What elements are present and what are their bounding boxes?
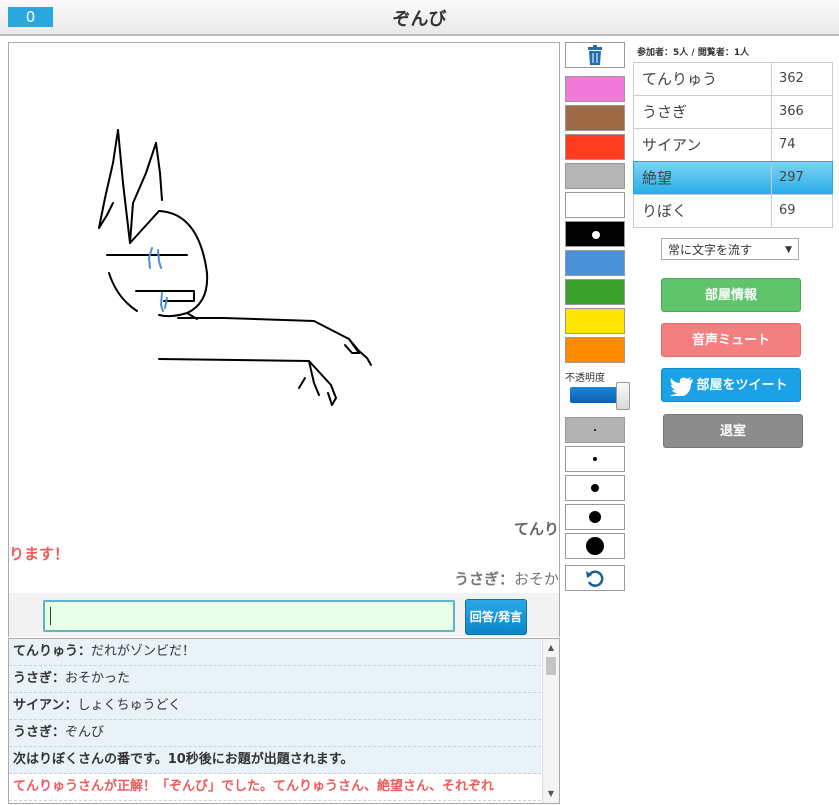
player-name: 絶望	[642, 169, 673, 187]
top-bar: 0 ぞんび	[0, 0, 839, 36]
brush-size-dot	[594, 429, 596, 431]
player-name: うさぎ	[642, 103, 688, 121]
color-swatch[interactable]	[565, 105, 625, 131]
floating-message: うさぎ：おそか	[454, 568, 559, 589]
opacity-slider[interactable]	[570, 387, 620, 403]
chat-log-row: てんりゅう：だれがゾンビだ！	[9, 639, 541, 666]
tweet-room-button[interactable]: 部屋をツイート	[661, 368, 801, 402]
column-divider	[771, 195, 772, 227]
color-swatch[interactable]	[565, 76, 625, 102]
scroll-down-icon[interactable]: ▼	[543, 787, 559, 801]
floating-message-text: おそか	[513, 570, 559, 588]
floating-message-name: うさぎ：	[453, 570, 514, 588]
player-name: サイアン	[642, 136, 702, 154]
color-swatch[interactable]	[565, 337, 625, 363]
color-swatch[interactable]	[565, 192, 625, 218]
floating-message: ります！	[9, 545, 70, 563]
brush-size-button[interactable]	[565, 446, 625, 472]
color-swatch[interactable]	[565, 308, 625, 334]
chat-log-scrollbar[interactable]: ▲ ▼	[542, 639, 559, 803]
mute-button[interactable]: 音声ミュート	[661, 323, 801, 357]
tweet-room-label: 部屋をツイート	[696, 378, 788, 393]
brush-size-dot	[593, 457, 597, 461]
chat-message: しょくちゅうどく	[77, 698, 182, 713]
chat-author: てんりゅう：	[13, 644, 92, 659]
room-info-button[interactable]: 部屋情報	[661, 278, 801, 312]
send-button[interactable]: 回答/発言	[465, 599, 527, 635]
scroll-thumb[interactable]	[546, 657, 556, 675]
brush-size-dot	[589, 511, 601, 523]
text-mode-select[interactable]: 常に文字を流す ▼	[661, 238, 799, 260]
drawing-strokes	[98, 129, 372, 406]
column-divider	[771, 129, 772, 161]
player-name: てんりゅう	[642, 70, 718, 88]
chat-message: ぞんび	[65, 725, 105, 740]
column-divider	[771, 63, 772, 95]
twitter-bird-icon	[670, 377, 693, 396]
color-swatch[interactable]	[565, 163, 625, 189]
brush-size-button[interactable]	[565, 504, 625, 530]
chat-input-area: 回答/発言	[8, 593, 560, 637]
player-score: 69	[779, 203, 796, 218]
selected-color-indicator	[592, 231, 600, 239]
chat-author: うさぎ：	[13, 671, 66, 686]
color-swatch[interactable]	[565, 221, 625, 247]
brush-size-dot	[586, 537, 604, 555]
player-score: 366	[779, 104, 804, 119]
opacity-label: 不透明度	[565, 373, 605, 384]
participant-count: 参加者：5人 / 閲覧者：1人	[637, 48, 750, 58]
color-swatch[interactable]	[565, 250, 625, 276]
text-caret	[50, 607, 51, 625]
exit-room-button[interactable]: 退室	[663, 414, 803, 448]
player-row: サイアン 74	[633, 128, 833, 162]
brush-size-button[interactable]	[565, 417, 625, 443]
correct-answer-message: てんりゅうさんが正解！「ぞんび」でした。てんりゅうさん、絶望さん、それぞれ	[9, 774, 541, 801]
chat-author: サイアン：	[13, 698, 78, 713]
brush-size-dot	[591, 484, 599, 492]
column-divider	[771, 96, 772, 128]
color-swatch[interactable]	[565, 134, 625, 160]
player-row: 絶望 297	[633, 161, 833, 195]
chat-message: おそかった	[65, 671, 131, 686]
drawing-canvas[interactable]: てんり ります！ うさぎ：おそか	[8, 42, 560, 594]
opacity-slider-handle[interactable]	[616, 382, 630, 410]
dropdown-arrow-icon: ▼	[785, 245, 792, 255]
player-name: りぼく	[642, 202, 688, 220]
undo-button[interactable]	[565, 565, 625, 591]
player-score: 362	[779, 71, 804, 86]
player-row: てんりゅう 362	[633, 62, 833, 96]
player-score: 297	[779, 170, 804, 185]
chat-log-row: うさぎ：ぞんび	[9, 720, 541, 747]
page-title: ぞんび	[392, 9, 447, 30]
player-row: うさぎ 366	[633, 95, 833, 129]
scroll-up-icon[interactable]: ▲	[543, 641, 559, 655]
player-score: 74	[779, 137, 796, 152]
text-mode-value: 常に文字を流す	[668, 243, 753, 257]
chat-log-row: サイアン：しょくちゅうどく	[9, 693, 541, 720]
trash-icon	[588, 45, 602, 65]
chat-input[interactable]	[43, 600, 455, 632]
player-row: りぼく 69	[633, 194, 833, 228]
chat-author: うさぎ：	[13, 725, 66, 740]
brush-size-button[interactable]	[565, 475, 625, 501]
color-swatch[interactable]	[565, 279, 625, 305]
undo-icon	[586, 570, 604, 587]
chat-log-row: うさぎ：おそかった	[9, 666, 541, 693]
chat-message: だれがゾンビだ！	[91, 644, 196, 659]
chat-log: てんりゅう：だれがゾンビだ！ うさぎ：おそかった サイアン：しょくちゅうどく う…	[8, 638, 560, 804]
column-divider	[771, 162, 772, 194]
system-message: 次はりぼくさんの番です。10秒後にお題が出題されます。	[9, 747, 541, 774]
clear-canvas-button[interactable]	[565, 42, 625, 68]
brush-size-button[interactable]	[565, 533, 625, 559]
floating-message: てんり	[513, 520, 559, 538]
